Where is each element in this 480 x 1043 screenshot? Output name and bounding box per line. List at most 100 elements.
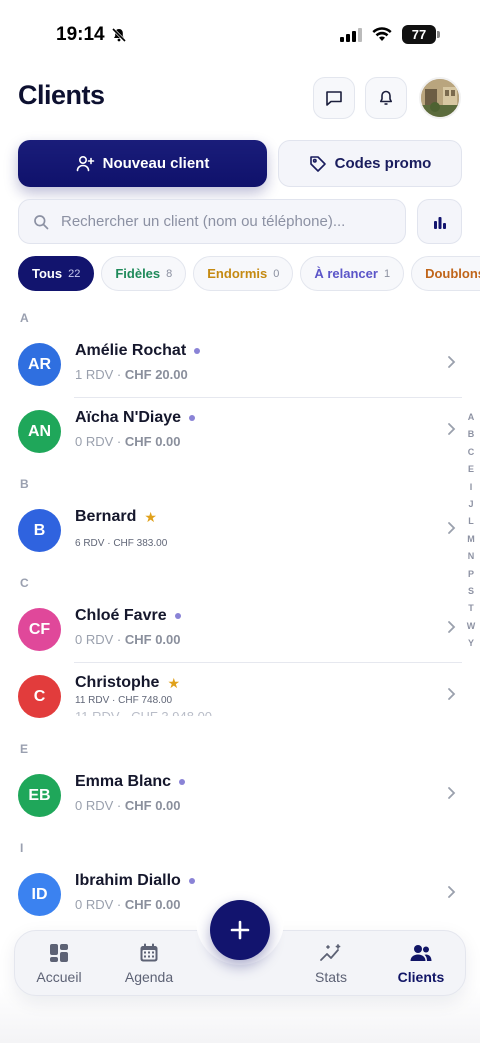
messages-button[interactable] bbox=[313, 77, 355, 119]
promo-codes-button[interactable]: Codes promo bbox=[278, 140, 462, 187]
star-icon: ★ bbox=[167, 674, 181, 691]
filter-label: Endormis bbox=[207, 266, 268, 281]
index-letter[interactable]: W bbox=[467, 618, 476, 635]
filter-count: 1 bbox=[383, 267, 391, 280]
meta-amount: CHF 0.00 bbox=[124, 632, 181, 647]
filter-chip-doublons[interactable]: Doublons bbox=[411, 256, 480, 291]
battery-level: 77 bbox=[411, 27, 427, 42]
client-avatar: EB bbox=[18, 774, 61, 817]
nav-label: Agenda bbox=[124, 969, 174, 985]
client-row-emma-blanc[interactable]: EB Emma Blanc 0 RDV · CHF 0.00 bbox=[0, 763, 480, 829]
chat-icon bbox=[326, 91, 342, 106]
index-letter[interactable]: N bbox=[468, 548, 475, 565]
filter-chip-endormis[interactable]: Endormis 0 bbox=[193, 256, 294, 291]
nav-stats[interactable]: Stats bbox=[291, 943, 371, 985]
client-row-aicha-ndiaye[interactable]: AN Aïcha N'Diaye 0 RDV · CHF 0.00 bbox=[0, 399, 480, 465]
index-letter[interactable]: I bbox=[470, 479, 473, 496]
client-name: Aïcha N'Diaye bbox=[75, 409, 196, 427]
filter-chip-fideles[interactable]: Fidèles 8 bbox=[101, 256, 187, 291]
promo-codes-label: Codes promo bbox=[334, 155, 432, 172]
client-name: Amélie Rochat bbox=[75, 342, 201, 360]
client-name-text: Bernard bbox=[75, 508, 137, 525]
chevron-right-icon bbox=[448, 787, 456, 799]
chevron-right-icon bbox=[448, 356, 456, 368]
alphabet-index[interactable]: A B C E I J L M N P S T W Y bbox=[463, 409, 479, 652]
new-client-label: Nouveau client bbox=[102, 155, 210, 172]
sparkle-trend-icon bbox=[320, 944, 341, 961]
client-name-text: Christophe bbox=[75, 674, 160, 691]
client-meta: 0 RDV · CHF 0.00 bbox=[75, 798, 181, 813]
client-name-text: Emma Blanc bbox=[75, 773, 172, 790]
status-dot bbox=[189, 415, 196, 421]
dashboard-icon bbox=[50, 944, 68, 962]
index-letter[interactable]: P bbox=[468, 566, 474, 583]
row-divider bbox=[74, 397, 462, 398]
nav-label: Clients bbox=[397, 969, 445, 985]
client-row-bernard[interactable]: B Bernard ★ 6 RDV · CHF 383.00 bbox=[0, 498, 480, 564]
filter-chip-tous[interactable]: Tous 22 bbox=[18, 256, 95, 291]
client-meta: 6 RDV · CHF 383.00 bbox=[75, 538, 168, 549]
client-meta: 0 RDV · CHF 0.00 bbox=[75, 897, 181, 912]
index-letter[interactable]: L bbox=[468, 513, 474, 530]
clock: 19:14 bbox=[56, 24, 105, 45]
client-row-christophe[interactable]: C Christophe ★ 11 RDV · CHF 3 948.00 11 R… bbox=[0, 664, 480, 730]
nav-label: Stats bbox=[315, 969, 347, 985]
bar-chart-icon bbox=[433, 216, 446, 229]
index-letter[interactable]: M bbox=[467, 531, 475, 548]
star-icon: ★ bbox=[144, 508, 157, 525]
status-time: 19:14 bbox=[56, 24, 127, 46]
client-avatar: B bbox=[18, 509, 61, 552]
new-client-button[interactable]: Nouveau client bbox=[18, 140, 267, 187]
client-name-text: Chloé Favre bbox=[75, 607, 167, 624]
client-name-text: Aïcha N'Diaye bbox=[75, 409, 182, 426]
silent-bell-icon bbox=[111, 27, 126, 43]
nav-agenda[interactable]: Agenda bbox=[109, 943, 189, 985]
filter-chips: Tous 22 Fidèles 8 Endormis 0 À relancer 1 Do… bbox=[18, 256, 480, 292]
meta-rdv: 0 RDV bbox=[75, 897, 114, 912]
index-letter[interactable]: Y bbox=[468, 635, 474, 652]
profile-avatar[interactable] bbox=[419, 77, 461, 119]
plus-icon bbox=[230, 920, 250, 940]
client-meta: 0 RDV · CHF 0.00 bbox=[75, 632, 181, 647]
chevron-right-icon bbox=[448, 423, 456, 435]
index-letter[interactable]: J bbox=[468, 496, 473, 513]
profile-photo bbox=[421, 79, 459, 117]
client-name-text: Amélie Rochat bbox=[75, 342, 187, 359]
notifications-button[interactable] bbox=[365, 77, 407, 119]
stats-filter-button[interactable] bbox=[417, 199, 462, 244]
status-dot bbox=[174, 613, 181, 619]
search-input[interactable] bbox=[61, 213, 391, 230]
chevron-right-icon bbox=[448, 621, 456, 633]
index-letter[interactable]: E bbox=[468, 461, 474, 478]
add-user-icon bbox=[76, 155, 94, 172]
add-fab-button[interactable] bbox=[210, 900, 270, 960]
section-letter-i: I bbox=[20, 841, 24, 855]
search-bar bbox=[18, 199, 406, 244]
client-row-amelie-rochat[interactable]: AR Amélie Rochat 1 RDV · CHF 20.00 bbox=[0, 332, 480, 398]
index-letter[interactable]: S bbox=[468, 583, 474, 600]
index-letter[interactable]: A bbox=[468, 409, 475, 426]
nav-clients[interactable]: Clients bbox=[381, 943, 461, 985]
client-avatar: AN bbox=[18, 410, 61, 453]
client-avatar: AR bbox=[18, 343, 61, 386]
chevron-right-icon bbox=[448, 886, 456, 898]
nav-label: Accueil bbox=[36, 969, 82, 985]
meta-amount: CHF 0.00 bbox=[124, 434, 181, 449]
filter-label: Tous bbox=[32, 266, 63, 281]
filter-count: 8 bbox=[166, 267, 173, 280]
section-letter-a: A bbox=[20, 311, 29, 325]
client-meta: 0 RDV · CHF 0.00 bbox=[75, 434, 181, 449]
meta-rdv: 0 RDV bbox=[75, 632, 114, 647]
filter-count: 22 bbox=[68, 267, 81, 280]
client-name: Christophe ★ bbox=[75, 674, 180, 692]
chevron-right-icon bbox=[448, 688, 456, 700]
client-row-chloe-favre[interactable]: CF Chloé Favre 0 RDV · CHF 0.00 bbox=[0, 597, 480, 663]
filter-chip-a-relancer[interactable]: À relancer 1 bbox=[300, 256, 405, 291]
index-letter[interactable]: T bbox=[468, 600, 474, 617]
nav-accueil[interactable]: Accueil bbox=[19, 943, 99, 985]
index-letter[interactable]: C bbox=[468, 444, 475, 461]
users-icon bbox=[410, 945, 432, 961]
meta-amount: CHF 0.00 bbox=[124, 798, 181, 813]
index-letter[interactable]: B bbox=[468, 426, 475, 443]
search-icon bbox=[34, 214, 49, 229]
